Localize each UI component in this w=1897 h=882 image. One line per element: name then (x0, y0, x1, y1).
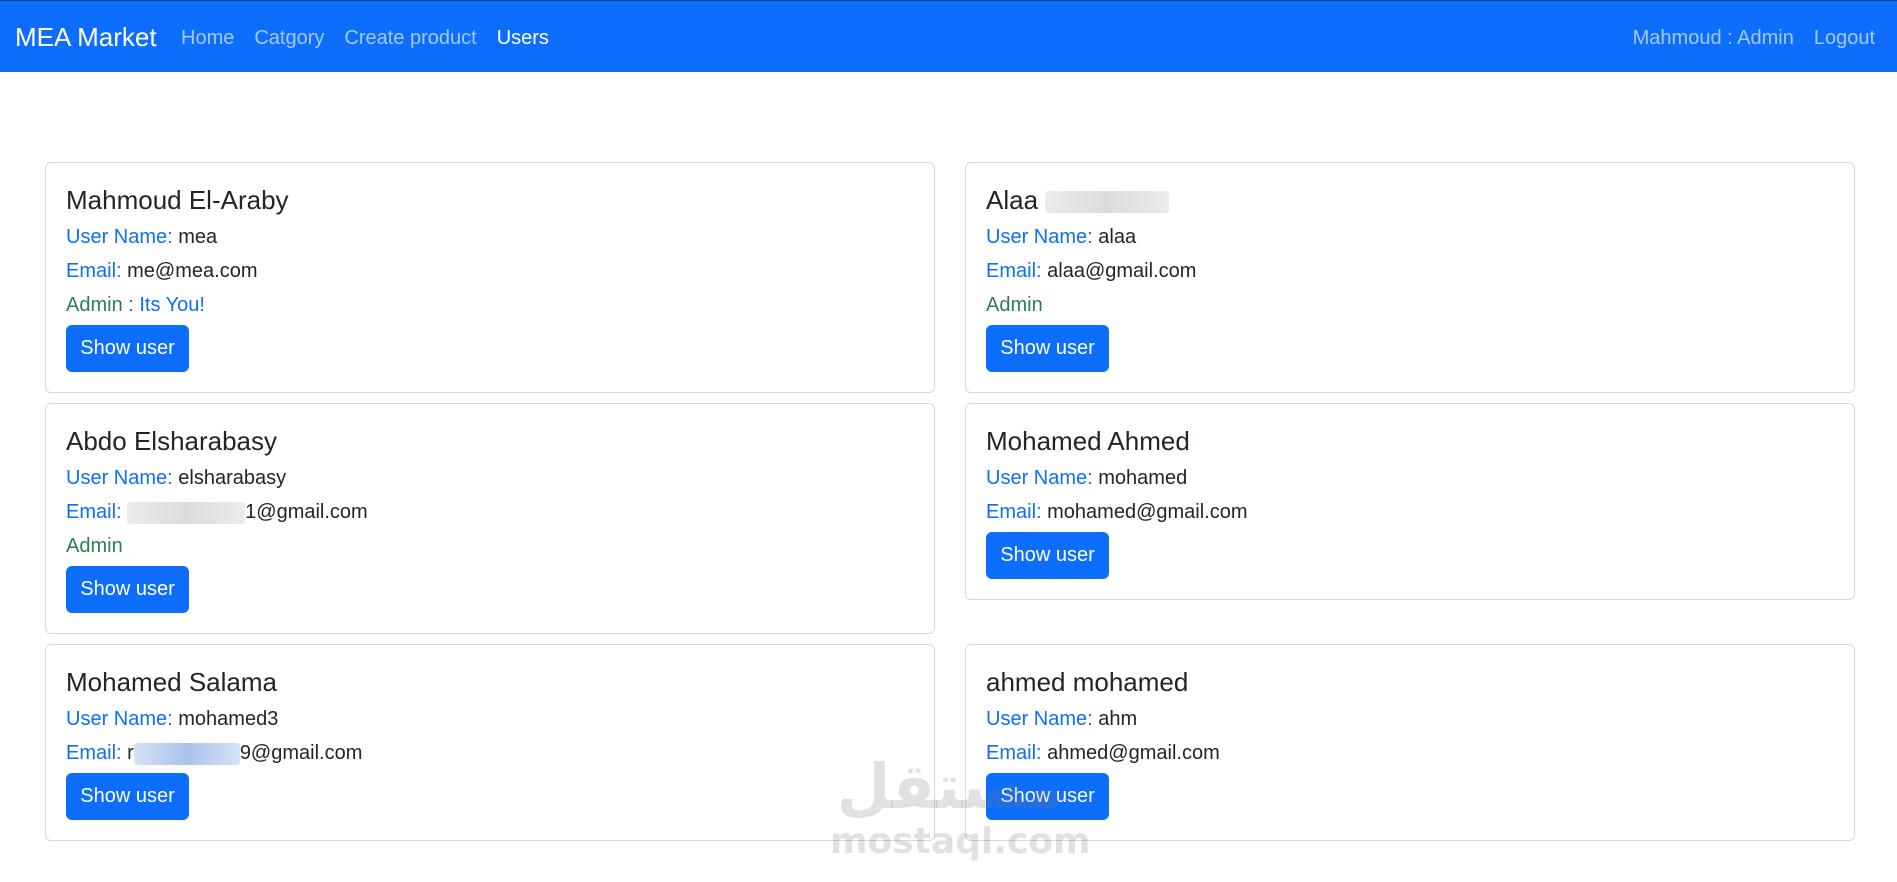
watermark-arabic-text: مستقل (836, 750, 1064, 823)
user-name-heading: Mahmoud El-Araby (66, 185, 289, 215)
nav-category-link[interactable]: Catgory (254, 25, 324, 51)
redacted-email-part (127, 501, 246, 524)
username-row: User Name: ahm (986, 706, 1137, 732)
username-label: User Name: (66, 467, 173, 489)
username-value: mohamed (1098, 467, 1188, 489)
user-card: Abdo Elsharabasy User Name: elsharabasy … (45, 403, 935, 634)
email-value: 9@gmail.com (239, 742, 363, 764)
email-label: Email: (986, 260, 1042, 282)
user-card: Mohamed Ahmed User Name: mohamed Email: … (965, 403, 1855, 600)
admin-badge: Admin (66, 535, 123, 557)
username-row: User Name: alaa (986, 224, 1136, 250)
nav-home-link[interactable]: Home (181, 25, 234, 51)
username-value: mea (178, 226, 218, 248)
email-value: me@mea.com (127, 260, 258, 282)
admin-status: Admin : Its You! (66, 292, 205, 318)
nav-links: Home Catgory Create product Users (181, 25, 549, 51)
nav-users-link[interactable]: Users (497, 25, 549, 51)
logout-link[interactable]: Logout (1814, 25, 1875, 51)
navbar: MEA Market Home Catgory Create product U… (0, 0, 1897, 72)
email-value: 1@gmail.com (245, 501, 368, 523)
email-value: ahmed@gmail.com (1047, 742, 1220, 764)
email-row: Email: mohamed@gmail.com (986, 499, 1248, 525)
show-user-button[interactable]: Show user (986, 532, 1109, 579)
email-row: Email: 1@gmail.com (66, 499, 368, 525)
redacted-surname (1045, 191, 1170, 214)
username-row: User Name: mea (66, 224, 217, 250)
email-label: Email: (986, 501, 1042, 523)
nav-create-product-link[interactable]: Create product (344, 25, 476, 51)
email-prefix: r (127, 742, 134, 764)
admin-badge: Admin : (66, 294, 140, 316)
username-row: User Name: mohamed3 (66, 706, 278, 732)
user-name-heading: Mohamed Salama (66, 667, 277, 697)
show-user-button[interactable]: Show user (986, 325, 1109, 372)
user-card: Mahmoud El-Araby User Name: mea Email: m… (45, 162, 935, 393)
its-you-note: Its You! (139, 294, 205, 316)
email-value: mohamed@gmail.com (1047, 501, 1248, 523)
show-user-button[interactable]: Show user (66, 566, 189, 613)
user-name-heading: Abdo Elsharabasy (66, 426, 278, 456)
email-label: Email: (66, 501, 122, 523)
email-row: Email: r 9@gmail.com (66, 740, 362, 766)
redacted-email-part (133, 742, 240, 765)
current-user-link[interactable]: Mahmoud : Admin (1633, 25, 1794, 51)
watermark-latin-text: mostaql.com (830, 821, 1091, 862)
show-user-button[interactable]: Show user (66, 325, 189, 372)
user-name-heading: Mohamed Ahmed (986, 426, 1190, 456)
username-row: User Name: elsharabasy (66, 465, 286, 491)
brand-logo[interactable]: MEA Market (15, 21, 157, 53)
username-value: mohamed3 (178, 708, 279, 730)
user-card: Alaa User Name: alaa Email: alaa@gmail.c… (965, 162, 1855, 393)
user-name-text: Alaa (986, 185, 1039, 215)
username-label: User Name: (66, 708, 173, 730)
email-row: Email: alaa@gmail.com (986, 258, 1196, 284)
email-label: Email: (66, 260, 122, 282)
email-value: alaa@gmail.com (1047, 260, 1197, 282)
username-value: alaa (1098, 226, 1137, 248)
show-user-button[interactable]: Show user (66, 773, 189, 820)
email-label: Email: (66, 742, 122, 764)
username-row: User Name: mohamed (986, 465, 1187, 491)
user-name-heading: ahmed mohamed (986, 667, 1189, 697)
username-label: User Name: (986, 708, 1093, 730)
admin-badge: Admin (986, 294, 1043, 316)
nav-user-area: Mahmoud : Admin Logout (1633, 25, 1875, 51)
mostaql-watermark: مستقل mostaql.com (830, 750, 1091, 862)
username-label: User Name: (66, 226, 173, 248)
user-card: Mohamed Salama User Name: mohamed3 Email… (45, 644, 935, 841)
user-card: ahmed mohamed User Name: ahm Email: ahme… (965, 644, 1855, 841)
email-row: Email: me@mea.com (66, 258, 257, 284)
username-value: ahm (1098, 708, 1138, 730)
username-label: User Name: (986, 226, 1093, 248)
username-value: elsharabasy (178, 467, 287, 489)
username-label: User Name: (986, 467, 1093, 489)
user-name-heading: Alaa (986, 183, 1170, 217)
